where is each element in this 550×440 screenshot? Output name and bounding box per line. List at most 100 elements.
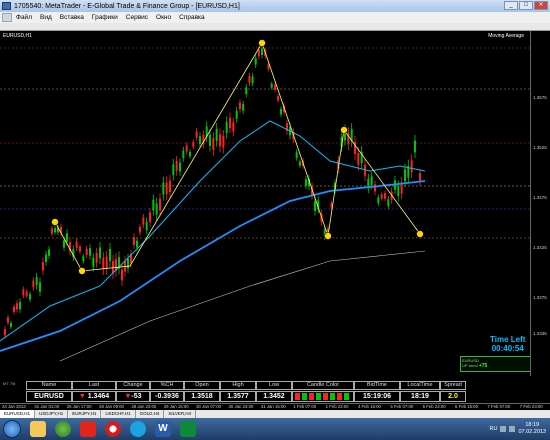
system-menu-icon[interactable] [2, 13, 12, 22]
candle-body [85, 248, 88, 255]
candle-color-block [337, 393, 342, 400]
candle-body [155, 203, 158, 215]
explorer-icon[interactable] [30, 421, 46, 437]
tab-eurusd-h1[interactable]: EURUSD,H1 [0, 410, 36, 418]
zigzag-point [416, 230, 424, 238]
candle-body [175, 160, 178, 171]
candle-body [192, 141, 195, 147]
chart-tabs: EURUSD,H1 USDJPY,H1 EURJPY,H1 USDCHF,H1 … [0, 410, 550, 418]
menu-file[interactable]: Файл [12, 14, 36, 21]
header-high: High [220, 381, 256, 390]
candle-body [222, 135, 225, 148]
toolbar [0, 23, 550, 31]
terminal-badge: MT 7/8 [3, 381, 16, 386]
candle-body [370, 176, 373, 186]
candle-body [357, 153, 360, 165]
price-chart[interactable]: EURUSD,H1 Moving Average Time Left 00:40… [0, 31, 530, 376]
candle-body [10, 322, 12, 327]
tab-usdjpy-h1[interactable]: USDJPY,H1 [35, 410, 69, 418]
time-left-title: Time Left [490, 335, 526, 344]
tab-eurjpy-h1[interactable]: EURJPY,H1 [68, 410, 102, 418]
value-spread: 2.0 [440, 391, 466, 402]
tab-gold-h4[interactable]: GOLD,H4 [136, 410, 165, 418]
candle-color-block [309, 393, 314, 400]
zigzag-point [340, 126, 348, 134]
price-tick: 1.3425 [533, 245, 547, 250]
candle-body [92, 257, 95, 267]
close-button[interactable]: ✕ [534, 1, 548, 10]
candle-body [54, 228, 56, 233]
candle-body [19, 301, 21, 310]
candle-body [384, 193, 386, 199]
menu-charts[interactable]: Графики [88, 14, 122, 21]
value-open: 1.3518 [184, 391, 220, 402]
value-last-text: 1.3464 [87, 393, 110, 400]
start-button[interactable] [3, 420, 21, 438]
candle-body [179, 162, 181, 172]
candle-body [377, 197, 380, 204]
candle-body [229, 117, 231, 129]
metatrader-taskbar-icon[interactable] [180, 421, 196, 437]
candle-body [4, 329, 6, 336]
skype-icon[interactable] [130, 421, 146, 437]
candle-body [261, 48, 263, 56]
maximize-button[interactable]: □ [519, 1, 533, 10]
price-tick: 1.3475 [533, 195, 547, 200]
candle-body [99, 247, 101, 259]
price-tick: 1.3575 [533, 95, 547, 100]
uptrend-value: +75 [478, 363, 488, 369]
price-tick: 1.3525 [533, 145, 547, 150]
word-icon[interactable]: W [155, 421, 171, 437]
yandex-icon[interactable] [80, 421, 96, 437]
menu-view[interactable]: Вид [36, 14, 56, 21]
info-headers: Name Last Change %CH Open High Low Candl… [26, 381, 466, 390]
menu-help[interactable]: Справка [175, 14, 209, 21]
menu-insert[interactable]: Вставка [56, 14, 88, 21]
candle-body [89, 248, 91, 256]
candle-body [245, 87, 248, 95]
value-change: ▼-53 [116, 391, 150, 402]
info-values: EURUSD ▼ 1.3464 ▼-53 -0.3936 1.3518 1.35… [26, 391, 466, 402]
candle-body [410, 160, 413, 173]
candle-body [75, 241, 78, 248]
tab-usdchf-h1[interactable]: USDCHF,H1 [101, 410, 136, 418]
moving-average-slow [0, 180, 426, 352]
candle-body [79, 246, 81, 252]
value-name: EURUSD [26, 391, 72, 402]
trend-box: EURUSD UP trend +75 [460, 356, 532, 372]
header-open: Open [184, 381, 220, 390]
candle-body [16, 303, 18, 310]
minimize-button[interactable]: _ [504, 1, 518, 10]
candle-body [314, 201, 316, 211]
time-left-display: Time Left 00:40:54 [490, 335, 525, 353]
opera-icon[interactable] [105, 421, 121, 437]
menu-tools[interactable]: Сервис [122, 14, 152, 21]
candle-body [274, 84, 276, 90]
candle-body [270, 83, 273, 88]
volume-icon[interactable] [509, 426, 516, 432]
candle-body [159, 198, 161, 211]
candle-body [251, 76, 254, 84]
down-arrow-icon: ▼ [78, 393, 88, 400]
header-candle-color: Candle Color [292, 381, 354, 390]
clock-date: 07.02.2013 [518, 429, 546, 435]
clock[interactable]: 18:19 07.02.2013 [518, 422, 546, 436]
candle-body [199, 136, 201, 145]
candle-body [51, 228, 53, 234]
menu-window[interactable]: Окно [152, 14, 175, 21]
utorrent-icon[interactable] [55, 421, 71, 437]
header-localtime: LocalTime [400, 381, 440, 390]
title-bar: 1705540: MetaTrader - E-Global Trade & F… [0, 0, 550, 12]
value-last: ▼ 1.3464 [72, 391, 116, 402]
language-indicator[interactable]: RU [490, 426, 498, 432]
header-name: Name [26, 381, 72, 390]
candle-body [209, 134, 211, 146]
network-icon[interactable] [500, 426, 507, 432]
candle-body [185, 145, 188, 152]
candle-body [13, 306, 15, 312]
candle-body [45, 254, 47, 263]
price-tick: 1.3375 [533, 295, 547, 300]
candle-body [145, 221, 148, 231]
chart-symbol-label: EURUSD,H1 [3, 33, 32, 39]
tab-silver-h4[interactable]: SILVER,H4 [164, 410, 197, 418]
